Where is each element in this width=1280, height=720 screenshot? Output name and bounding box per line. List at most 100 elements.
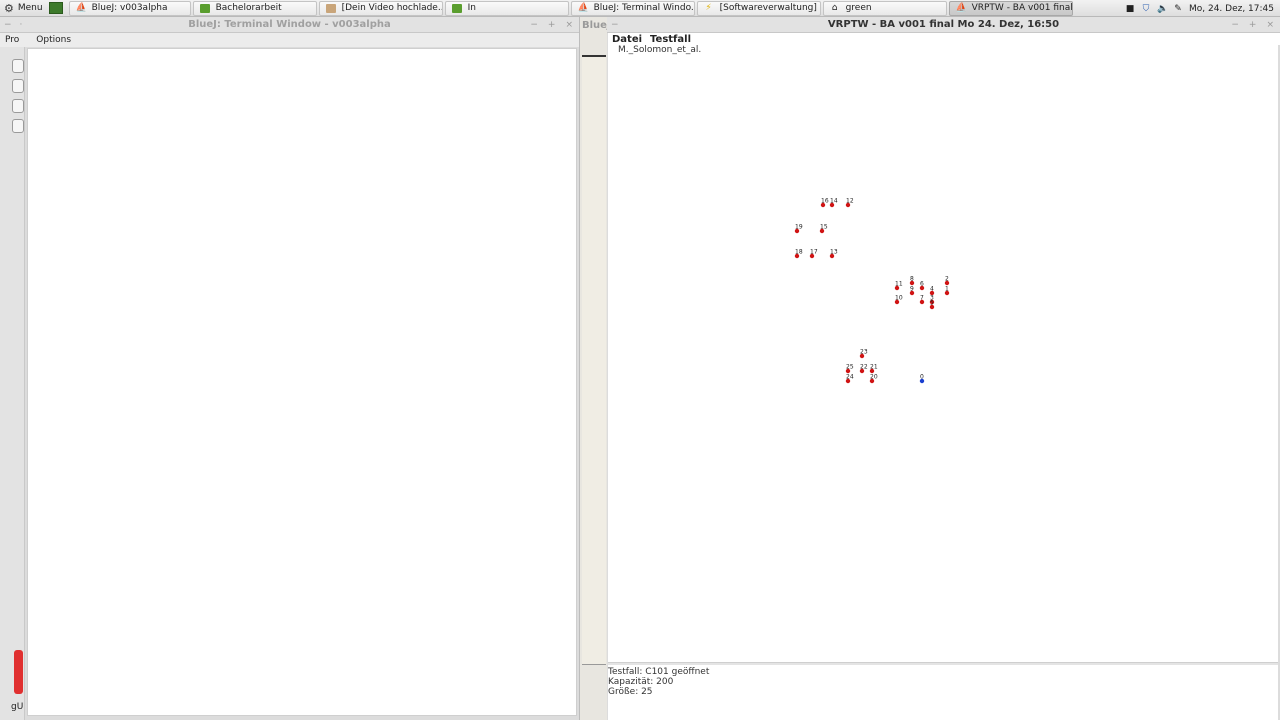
- window-menu-icon[interactable]: −: [4, 20, 12, 30]
- bluej-main-window-edge: gU: [0, 33, 25, 720]
- task-label: In: [467, 3, 476, 13]
- task-label: green: [845, 3, 872, 13]
- node-label: 24: [846, 374, 854, 381]
- maximize-icon[interactable]: +: [1249, 20, 1257, 30]
- node-label: 5: [930, 300, 934, 307]
- node-label: 20: [870, 374, 878, 381]
- node-label: 14: [830, 198, 838, 205]
- bluej-icon: ⛵: [955, 2, 967, 13]
- node-label: 23: [860, 349, 868, 356]
- system-tray: ■ ⛉ 🔈 ✎ Mo, 24. Dez, 17:45: [1125, 0, 1280, 17]
- shield-icon[interactable]: ⛉: [1141, 4, 1151, 14]
- folder-icon: [199, 3, 210, 13]
- node-label: 12: [846, 198, 854, 205]
- video-icon: [325, 3, 336, 13]
- terminal-title: BlueJ: Terminal Window - v003alpha: [188, 19, 391, 30]
- menu-testfall[interactable]: Testfall: [646, 34, 695, 45]
- vrptw-menubar: Datei Testfall: [608, 33, 1280, 45]
- window-controls-left: −: [611, 17, 619, 33]
- bluej-toolbar-button[interactable]: [12, 59, 24, 73]
- node-label: 4: [930, 286, 934, 293]
- start-menu-label: Menu: [17, 3, 43, 13]
- task-video-upload[interactable]: [Dein Video hochlade...: [318, 0, 443, 16]
- node-label: 13: [830, 249, 838, 256]
- start-menu-button[interactable]: ⚙ Menu: [0, 0, 49, 17]
- node-label: 22: [860, 364, 868, 371]
- task-label: BlueJ: v003alpha: [91, 3, 168, 13]
- task-bluej-main[interactable]: ⛵ BlueJ: v003alpha: [68, 0, 191, 16]
- task-label: VRPTW - BA v001 final...: [971, 3, 1073, 13]
- close-icon[interactable]: ×: [1266, 20, 1274, 30]
- maximize-icon[interactable]: +: [548, 20, 556, 30]
- node-label: 21: [870, 364, 878, 371]
- window-controls-left: − ·: [4, 17, 22, 33]
- node-label: 6: [920, 281, 924, 288]
- node-label: 19: [795, 224, 803, 231]
- bluej-icon: ⛵: [577, 2, 589, 13]
- display-icon[interactable]: ■: [1125, 4, 1135, 14]
- background-bluej-window[interactable]: BlueJ: [579, 17, 611, 720]
- task-bachelorarbeit[interactable]: Bachelorarbeit: [192, 0, 317, 16]
- node-label: 18: [795, 249, 803, 256]
- task-softwareverwaltung[interactable]: ⚡ [Softwareverwaltung]: [696, 0, 821, 16]
- node-label: 8: [910, 276, 914, 283]
- folder-icon: [451, 3, 462, 13]
- bluej-toolbar-button[interactable]: [12, 119, 24, 133]
- bluej-toolbar-button[interactable]: [12, 99, 24, 113]
- bluej-toolbar-button[interactable]: [12, 79, 24, 93]
- vrptw-canvas[interactable]: M._Solomon_et_al. 16 14 12 19 15 18 17 13 11 8 9 6 4…: [608, 45, 1278, 663]
- node-label: 9: [910, 286, 914, 293]
- desktop: ⚙ Menu ⛵ BlueJ: v003alpha Bachelorarbeit…: [0, 0, 1280, 720]
- terminal-menubar: Pro Options: [0, 33, 579, 47]
- node-label: 1: [945, 286, 949, 293]
- status-panel: Testfall: C101 geöffnet Kapazität: 200 G…: [608, 665, 1278, 720]
- menu-options[interactable]: Options: [24, 35, 76, 45]
- close-icon[interactable]: ×: [565, 20, 573, 30]
- volume-icon[interactable]: 🔈: [1157, 4, 1168, 14]
- taskbar: ⚙ Menu ⛵ BlueJ: v003alpha Bachelorarbeit…: [0, 0, 1280, 17]
- node-label: 15: [820, 224, 828, 231]
- window-controls: − + ×: [1231, 17, 1274, 33]
- task-label: BlueJ: Terminal Windo...: [593, 3, 695, 13]
- bluej-icon: ⛵: [75, 2, 87, 13]
- node-label: 17: [810, 249, 818, 256]
- bluej-machine-indicator: [14, 650, 23, 694]
- task-vrptw[interactable]: ⛵ VRPTW - BA v001 final...: [948, 0, 1073, 16]
- vrptw-title: VRPTW - BA v001 final Mo 24. Dez, 16:50: [827, 19, 1060, 30]
- terminal-launcher-icon[interactable]: [48, 2, 63, 14]
- window-menu-icon[interactable]: ·: [20, 20, 23, 30]
- node-label: 11: [895, 281, 903, 288]
- status-capacity: Kapazität: 200: [608, 677, 674, 687]
- menu-project[interactable]: Pro: [0, 35, 24, 45]
- task-label: [Dein Video hochlade...: [341, 3, 443, 13]
- task-label: Bachelorarbeit: [215, 3, 282, 13]
- node-label: 25: [846, 364, 854, 371]
- task-home-green[interactable]: ⌂ green: [822, 0, 947, 16]
- minimize-icon[interactable]: −: [530, 20, 538, 30]
- package-icon: ⚡: [705, 2, 712, 13]
- status-testcase: Testfall: C101 geöffnet: [608, 667, 710, 677]
- network-icon[interactable]: ✎: [1173, 4, 1183, 14]
- home-icon: ⌂: [831, 2, 838, 13]
- status-size: Größe: 25: [608, 687, 653, 697]
- background-window-content: [582, 55, 606, 665]
- node-label: 10: [895, 295, 903, 302]
- clock[interactable]: Mo, 24. Dez, 17:45: [1189, 4, 1274, 14]
- node-plot: 16 14 1219 1518 17 131189642110 7 352325 22 2124 2…: [794, 198, 950, 384]
- node-label: 2: [945, 276, 949, 283]
- task-bluej-terminal[interactable]: ⛵ BlueJ: Terminal Windo...: [570, 0, 695, 16]
- node-label: 0: [920, 374, 924, 381]
- menu-datei[interactable]: Datei: [608, 34, 646, 45]
- terminal-output[interactable]: [27, 48, 577, 716]
- vrptw-titlebar[interactable]: − VRPTW - BA v001 final Mo 24. Dez, 16:5…: [607, 17, 1280, 33]
- window-menu-icon[interactable]: −: [611, 20, 619, 30]
- window-controls: − + ×: [530, 17, 573, 33]
- minimize-icon[interactable]: −: [1231, 20, 1239, 30]
- bluej-side-label: gU: [11, 702, 24, 712]
- gear-icon: ⚙: [4, 1, 14, 15]
- task-label: [Softwareverwaltung]: [719, 3, 817, 13]
- terminal-titlebar[interactable]: − · BlueJ: Terminal Window - v003alpha −…: [0, 17, 579, 33]
- task-in[interactable]: In: [444, 0, 569, 16]
- node-label: 16: [821, 198, 829, 205]
- node-label: 7: [920, 295, 924, 302]
